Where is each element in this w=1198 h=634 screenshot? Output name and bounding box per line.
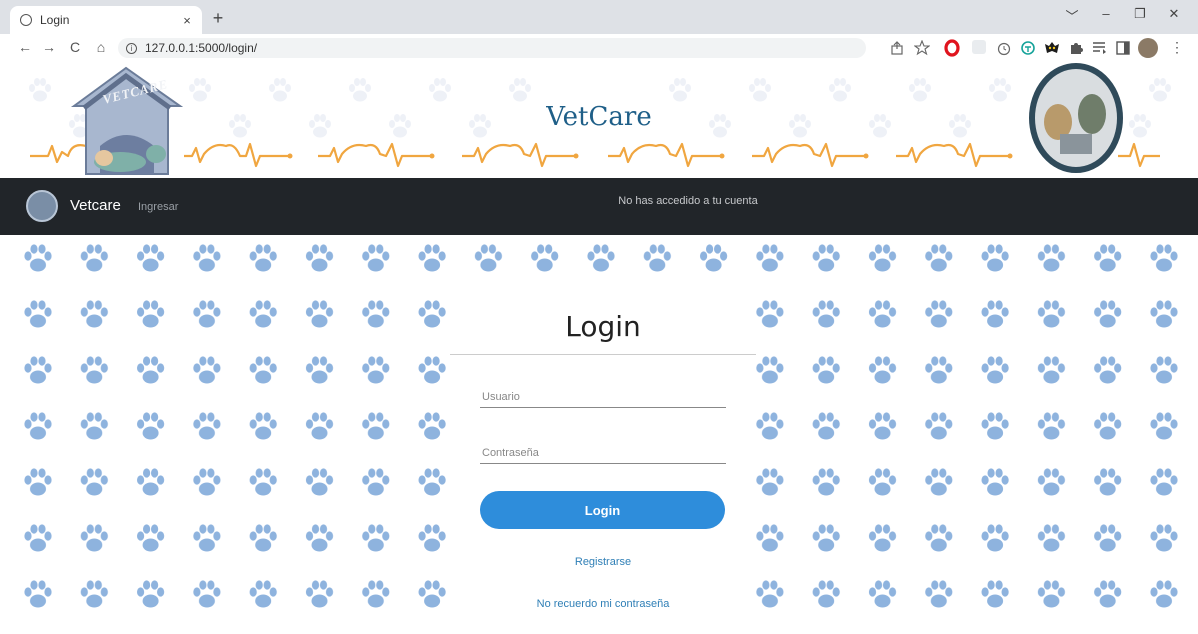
share-icon[interactable] — [890, 41, 904, 55]
header-banner: VETCARE VetCare — [0, 62, 1198, 178]
forward-button[interactable]: → — [40, 39, 58, 55]
close-window-button[interactable]: ✕ — [1160, 6, 1188, 22]
login-title: Login — [565, 310, 641, 343]
minimize-button[interactable]: – — [1092, 6, 1120, 21]
site-info-icon[interactable]: i — [126, 42, 137, 54]
side-panel-icon[interactable] — [1116, 41, 1130, 55]
login-button[interactable]: Login — [480, 491, 725, 529]
translate-extension-icon[interactable] — [1020, 40, 1036, 56]
restore-button[interactable]: ❐ — [1126, 6, 1154, 22]
card-divider — [450, 354, 756, 355]
password-input[interactable] — [480, 442, 726, 464]
top-navbar: Vetcare Ingresar No has accedido a tu cu… — [0, 178, 1198, 235]
username-input[interactable] — [480, 386, 726, 408]
home-button[interactable]: ⌂ — [92, 39, 110, 55]
tab-search-icon[interactable]: ﹀ — [1058, 6, 1086, 25]
browser-tab-bar: Login × + ﹀ – ❐ ✕ — [0, 0, 1198, 34]
back-button[interactable]: ← — [16, 39, 34, 55]
url-bar[interactable]: i 127.0.0.1:5000/login/ — [118, 38, 866, 58]
alarm-extension-icon[interactable] — [996, 40, 1012, 56]
url-text: 127.0.0.1:5000/login/ — [145, 41, 258, 55]
extensions-puzzle-icon[interactable] — [1068, 40, 1084, 56]
bookmark-star-icon[interactable] — [914, 40, 930, 56]
extension-icon[interactable] — [972, 40, 986, 54]
reload-button[interactable]: C — [66, 39, 84, 55]
new-tab-button[interactable]: + — [208, 8, 228, 29]
site-title: VetCare — [546, 102, 652, 132]
batman-extension-icon[interactable] — [1044, 40, 1060, 56]
login-status-text: No has accedido a tu cuenta — [618, 195, 758, 207]
tab-close-icon[interactable]: × — [178, 13, 196, 28]
heartbeat-hearts — [30, 142, 1160, 168]
globe-icon — [20, 14, 32, 26]
reading-list-icon[interactable] — [1092, 41, 1108, 55]
opera-extension-icon[interactable] — [944, 39, 960, 57]
browser-tab[interactable]: Login × — [10, 6, 202, 34]
address-toolbar: ← → C ⌂ i 127.0.0.1:5000/login/ ⋮ — [0, 34, 1198, 63]
menu-kebab-icon[interactable]: ⋮ — [1170, 39, 1184, 56]
forgot-password-link[interactable]: No recuerdo mi contraseña — [450, 598, 756, 610]
register-link[interactable]: Registrarse — [450, 556, 756, 568]
profile-avatar[interactable] — [1138, 38, 1158, 58]
login-card: Login Login Registrarse No recuerdo mi c… — [450, 288, 756, 634]
tab-title: Login — [40, 13, 70, 27]
